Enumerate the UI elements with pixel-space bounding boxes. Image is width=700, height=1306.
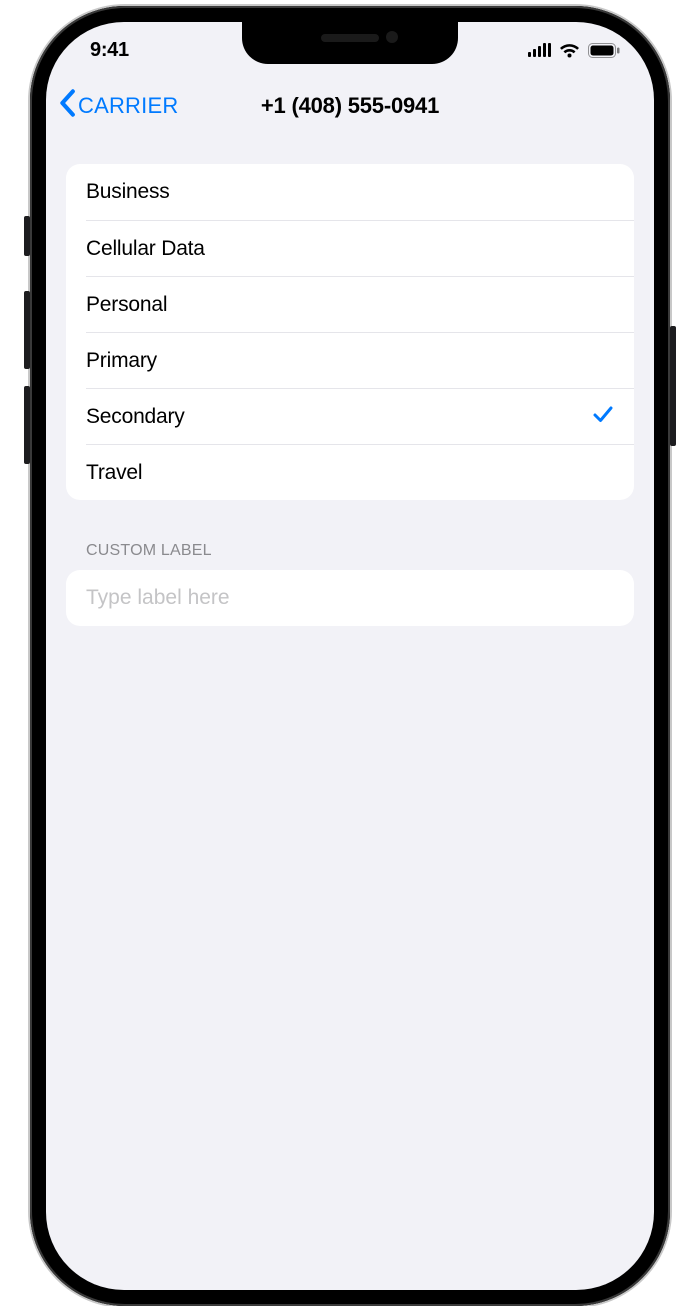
label-text: Business xyxy=(86,180,170,204)
cellular-icon xyxy=(528,43,551,57)
custom-label-section xyxy=(66,570,634,626)
battery-icon xyxy=(588,43,620,58)
status-time: 9:41 xyxy=(90,39,129,62)
label-row-primary[interactable]: Primary xyxy=(86,332,634,388)
label-row-personal[interactable]: Personal xyxy=(86,276,634,332)
wifi-icon xyxy=(559,43,580,58)
label-text: Primary xyxy=(86,349,157,373)
silence-switch xyxy=(24,216,30,256)
status-indicators xyxy=(528,43,620,58)
volume-up-button xyxy=(24,291,30,369)
back-label: CARRIER xyxy=(78,93,178,119)
nav-bar: CARRIER +1 (408) 555-0941 xyxy=(46,78,654,134)
label-text: Personal xyxy=(86,293,167,317)
custom-label-input[interactable] xyxy=(86,586,614,610)
chevron-left-icon xyxy=(58,89,76,123)
label-row-secondary[interactable]: Secondary xyxy=(86,388,634,444)
content: Business Cellular Data Personal Primary … xyxy=(46,134,654,626)
power-button xyxy=(670,326,676,446)
label-row-business[interactable]: Business xyxy=(66,164,634,220)
label-list: Business Cellular Data Personal Primary … xyxy=(66,164,634,500)
label-text: Travel xyxy=(86,461,142,485)
label-text: Cellular Data xyxy=(86,237,205,261)
checkmark-icon xyxy=(592,403,614,431)
phone-frame: 9:41 xyxy=(30,6,670,1306)
label-text: Secondary xyxy=(86,405,185,429)
custom-label-header: CUSTOM LABEL xyxy=(66,500,634,570)
notch xyxy=(242,22,458,64)
back-button[interactable]: CARRIER xyxy=(58,89,178,123)
custom-label-row[interactable] xyxy=(66,570,634,626)
screen: 9:41 xyxy=(46,22,654,1290)
volume-down-button xyxy=(24,386,30,464)
label-row-travel[interactable]: Travel xyxy=(86,444,634,500)
label-row-cellular-data[interactable]: Cellular Data xyxy=(86,220,634,276)
